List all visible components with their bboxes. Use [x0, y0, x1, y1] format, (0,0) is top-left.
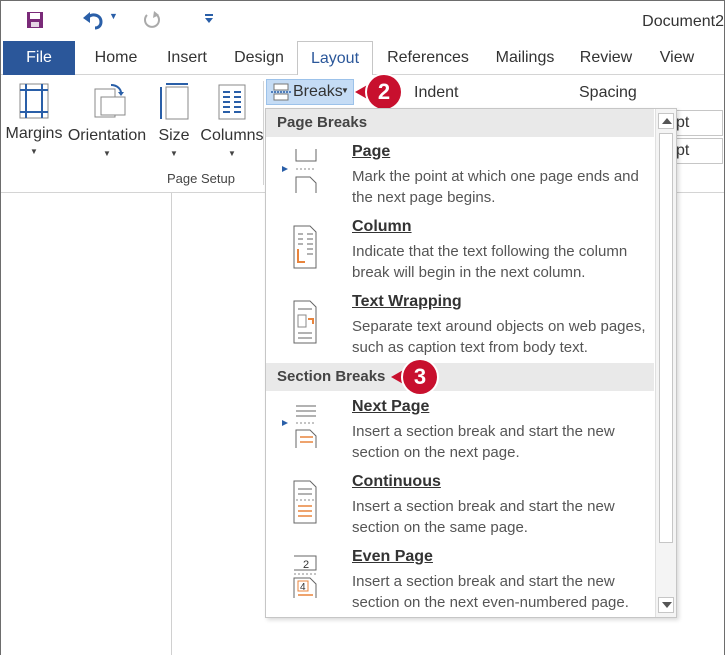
group-divider [263, 81, 264, 185]
menu-item-desc: Indicate that the text following the col… [352, 243, 628, 281]
chevron-down-icon: ▼ [103, 149, 111, 158]
page-edge [171, 193, 172, 655]
tab-layout[interactable]: Layout [297, 41, 373, 76]
chevron-down-icon: ▼ [341, 86, 349, 95]
document-title: Document2 [642, 13, 724, 30]
chevron-down-icon: ▼ [170, 149, 178, 158]
tab-home[interactable]: Home [83, 41, 149, 75]
callout-badge-3: 3 [403, 360, 437, 394]
size-icon [160, 83, 189, 120]
orientation-icon [94, 84, 126, 118]
orientation-label: Orientation [67, 127, 147, 144]
menu-item-desc: Mark the point at which one page ends an… [352, 168, 639, 206]
menu-item-desc: Insert a section break and start the new… [352, 498, 615, 536]
menu-item-title: Continuous [352, 473, 441, 491]
breaks-icon [271, 83, 291, 101]
page-title-text: Page [352, 143, 391, 160]
next-page-title-text: Next Page [352, 398, 430, 415]
margins-button[interactable]: Margins ▼ [5, 83, 63, 156]
tab-mailings[interactable]: Mailings [485, 41, 565, 75]
next-page-icon [282, 405, 317, 448]
indent-label: Indent [414, 84, 459, 101]
svg-text:2: 2 [303, 559, 309, 571]
margins-label: Margins [5, 125, 63, 142]
tab-insert[interactable]: Insert [157, 41, 217, 75]
svg-text:4: 4 [300, 582, 306, 593]
size-button[interactable]: Size ▼ [153, 83, 195, 158]
columns-label: Columns [200, 127, 264, 144]
page-breaks-header: Page Breaks [266, 109, 654, 137]
even-page-icon: 2 4 [293, 555, 317, 598]
continuous-icon [293, 480, 317, 524]
columns-button[interactable]: Columns ▼ [199, 83, 265, 158]
menu-item-title: Even Page [352, 548, 433, 566]
menu-scrollbar[interactable] [655, 109, 676, 617]
text-wrapping-icon [293, 300, 317, 344]
spacing-label: Spacing [579, 84, 637, 101]
column-break-icon [293, 225, 317, 269]
tab-references[interactable]: References [379, 41, 477, 75]
chevron-down-icon: ▼ [30, 147, 38, 156]
scroll-up-icon[interactable] [658, 113, 674, 129]
tab-review[interactable]: Review [573, 41, 639, 75]
breaks-button[interactable]: Breaks ▼ [266, 79, 354, 105]
scroll-down-icon[interactable] [658, 597, 674, 613]
text-wrapping-title-text: Text Wrapping [352, 293, 462, 310]
column-title-text: Column [352, 218, 412, 235]
scroll-thumb[interactable] [659, 133, 673, 543]
breaks-menu: Page Breaks Page Mark the point at which… [265, 108, 677, 618]
menu-item-text-wrapping[interactable]: Text Wrapping Separate text around objec… [266, 291, 654, 365]
customize-icon[interactable] [204, 11, 214, 25]
chevron-down-icon: ▼ [228, 149, 236, 158]
menu-item-page[interactable]: Page Mark the point at which one page en… [266, 141, 654, 215]
redo-icon[interactable] [141, 9, 163, 31]
menu-item-desc: Separate text around objects on web page… [352, 318, 646, 356]
menu-item-desc: Insert a section break and start the new… [352, 573, 629, 611]
tab-file[interactable]: File [3, 41, 75, 75]
section-breaks-header: Section Breaks [266, 363, 654, 391]
orientation-button[interactable]: Orientation ▼ [67, 83, 147, 158]
ribbon-tabs: File Home Insert Design Layout Reference… [1, 41, 724, 76]
save-icon[interactable] [26, 11, 44, 29]
menu-item-next-page[interactable]: Next Page Insert a section break and sta… [266, 396, 654, 470]
margins-icon [19, 83, 49, 119]
breaks-label: Breaks [293, 83, 343, 100]
columns-icon [218, 84, 246, 120]
page-setup-group-label: Page Setup [167, 171, 235, 186]
menu-item-even-page[interactable]: 2 4 Even Page Insert a section break and… [266, 546, 654, 620]
continuous-title-text: Continuous [352, 473, 441, 490]
tab-design[interactable]: Design [225, 41, 293, 75]
menu-item-continuous[interactable]: Continuous Insert a section break and st… [266, 471, 654, 545]
page-break-icon [282, 149, 317, 193]
size-label: Size [158, 127, 190, 144]
menu-item-title: Text Wrapping [352, 293, 462, 311]
undo-dropdown-icon[interactable]: ▼ [109, 11, 118, 21]
menu-item-title: Column [352, 218, 412, 236]
title-bar: ▼ Document2 [1, 1, 724, 41]
even-page-title-text: Even Page [352, 548, 433, 565]
menu-item-title: Page [352, 143, 390, 161]
tab-view[interactable]: View [647, 41, 707, 75]
menu-item-column[interactable]: Column Indicate that the text following … [266, 216, 654, 290]
undo-icon[interactable] [81, 9, 105, 31]
menu-item-desc: Insert a section break and start the new… [352, 423, 615, 461]
callout-badge-2: 2 [367, 75, 401, 109]
menu-item-title: Next Page [352, 398, 429, 416]
